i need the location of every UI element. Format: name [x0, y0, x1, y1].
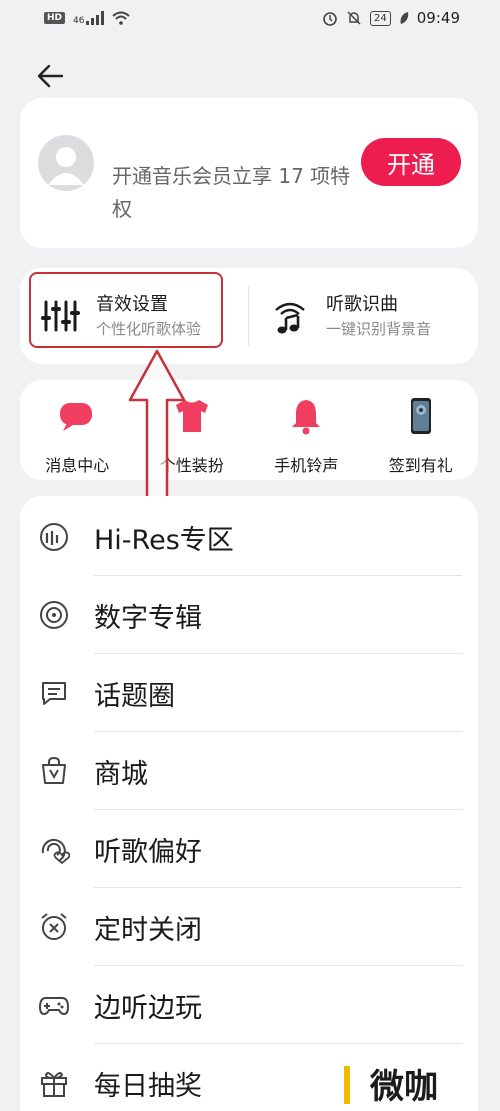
leaf-icon [400, 12, 409, 24]
menu-item-preferences[interactable]: 听歌偏好 [20, 810, 478, 888]
hi-res-icon [36, 519, 72, 555]
activate-vip-button[interactable]: 开通 [361, 138, 461, 186]
phone-gift-icon [399, 394, 443, 438]
hd-badge: HD [44, 12, 66, 24]
quick-action-messages[interactable]: 消息中心 [20, 380, 135, 480]
bell-icon [284, 394, 328, 438]
menu-list: Hi-Res专区 数字专辑 话题圈 商城 听歌偏好 定时关闭 边听边玩 每日抽奖 [20, 496, 478, 1111]
menu-item-label: 话题圈 [94, 680, 175, 712]
quick-action-label: 消息中心 [45, 456, 110, 475]
chat-icon [36, 675, 72, 711]
status-left: HD 46 [44, 10, 131, 26]
quick-action-checkin[interactable]: 签到有礼 [364, 380, 479, 480]
avatar[interactable] [38, 135, 94, 191]
battery-indicator: 24 [370, 10, 391, 26]
clock: 09:49 [416, 9, 460, 27]
quick-action-label: 个性装扮 [159, 456, 224, 475]
feature-title: 听歌识曲 [326, 294, 398, 315]
back-arrow-icon [37, 64, 64, 88]
menu-item-hi-res[interactable]: Hi-Res专区 [20, 498, 478, 576]
song-recognition[interactable]: 听歌识曲 一键识别背景音 [250, 268, 478, 364]
user-silhouette-icon [48, 147, 84, 185]
music-recognition-icon [268, 294, 312, 338]
gamepad-icon [36, 987, 72, 1023]
member-card: 开通音乐会员立享 17 项特权 开通 [20, 98, 478, 248]
feature-card: 音效设置 个性化听歌体验 听歌识曲 一键识别背景音 [20, 268, 478, 364]
sound-effect-settings[interactable]: 音效设置 个性化听歌体验 [20, 268, 248, 364]
status-bar: HD 46 24 09:49 [0, 0, 500, 36]
equalizer-icon [38, 294, 82, 338]
menu-item-digital-album[interactable]: 数字专辑 [20, 576, 478, 654]
menu-item-label: 商城 [94, 758, 148, 790]
menu-item-topics[interactable]: 话题圈 [20, 654, 478, 732]
menu-item-label: 数字专辑 [94, 602, 202, 634]
menu-item-play-while-listening[interactable]: 边听边玩 [20, 966, 478, 1044]
alarm-clock-icon [36, 909, 72, 945]
signal-icon [86, 11, 105, 25]
member-promo-text: 开通音乐会员立享 17 项特权 [112, 164, 351, 221]
back-button[interactable] [30, 58, 70, 94]
quick-action-themes[interactable]: 个性装扮 [135, 380, 250, 480]
menu-item-label: 边听边玩 [94, 992, 202, 1024]
watermark-logo: 微咖 [350, 1058, 458, 1108]
network-label: 46 [73, 16, 85, 26]
disc-icon [36, 597, 72, 633]
menu-item-label: 听歌偏好 [94, 836, 202, 868]
mute-icon [347, 11, 361, 25]
menu-item-label: 每日抽奖 [94, 1070, 202, 1102]
gift-icon [36, 1065, 72, 1101]
quick-action-label: 签到有礼 [388, 456, 453, 475]
alarm-icon [323, 12, 337, 26]
quick-action-ringtones[interactable]: 手机铃声 [249, 380, 364, 480]
wifi-icon [112, 11, 131, 25]
menu-item-label: 定时关闭 [94, 914, 202, 946]
feature-subtitle: 一键识别背景音 [326, 320, 432, 338]
feature-title: 音效设置 [96, 294, 168, 315]
menu-item-sleep-timer[interactable]: 定时关闭 [20, 888, 478, 966]
menu-item-label: Hi-Res专区 [94, 524, 234, 556]
status-right: 24 09:49 [322, 9, 460, 27]
quick-actions-card: 消息中心 个性装扮 手机铃声 签到有礼 [20, 380, 478, 480]
message-center-icon [55, 394, 99, 438]
shirt-icon [170, 394, 214, 438]
menu-item-store[interactable]: 商城 [20, 732, 478, 810]
feature-divider [248, 286, 249, 346]
quick-action-label: 手机铃声 [274, 456, 339, 475]
shopping-bag-icon [36, 753, 72, 789]
preference-icon [36, 831, 72, 867]
feature-subtitle: 个性化听歌体验 [96, 320, 202, 338]
